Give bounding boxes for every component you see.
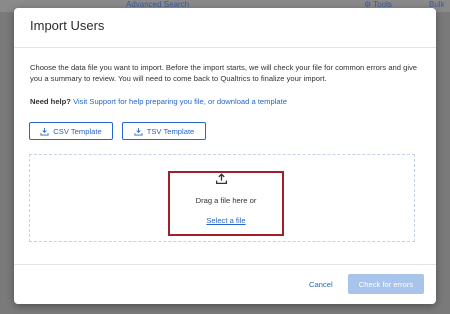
header-divider xyxy=(14,47,436,48)
download-icon xyxy=(134,127,143,136)
dialog-description: Choose the data file you want to import.… xyxy=(30,63,418,83)
select-file-link[interactable]: Select a file xyxy=(168,216,284,225)
import-users-dialog: Import Users Choose the data file you wa… xyxy=(14,8,436,304)
upload-icon xyxy=(215,173,228,185)
csv-template-button[interactable]: CSV Template xyxy=(29,122,113,140)
cancel-button[interactable]: Cancel xyxy=(309,280,333,289)
check-for-errors-button[interactable]: Check for errors xyxy=(348,274,424,294)
tsv-template-label: TSV Template xyxy=(146,126,195,136)
footer-divider xyxy=(14,264,436,265)
dialog-title: Import Users xyxy=(30,18,105,33)
help-line: Need help? Visit Support for help prepar… xyxy=(30,97,287,106)
drag-file-text: Drag a file here or xyxy=(195,196,257,205)
help-label: Need help? xyxy=(30,97,71,106)
download-icon xyxy=(40,127,49,136)
tsv-template-button[interactable]: TSV Template xyxy=(122,122,206,140)
csv-template-label: CSV Template xyxy=(53,126,102,136)
support-link[interactable]: Visit Support for help preparing you fil… xyxy=(73,97,287,106)
